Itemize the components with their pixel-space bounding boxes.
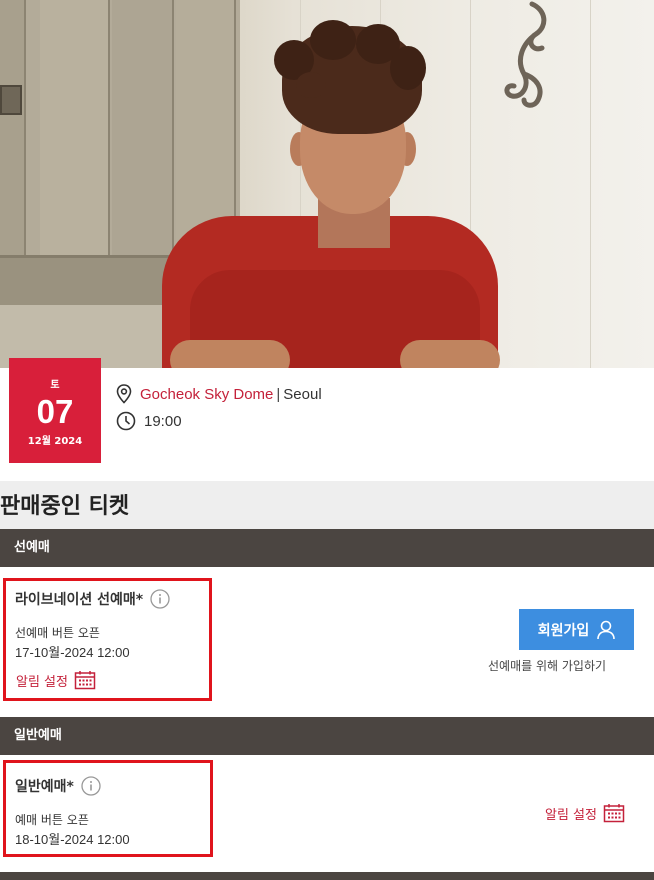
presale-name-label: 라이브네이션 선예매*: [15, 592, 144, 608]
presale-alert-label: 알림 설정: [16, 674, 68, 690]
general-alert-label: 알림 설정: [545, 807, 597, 823]
signup-button-label: 회원가입: [537, 622, 590, 639]
general-sale-name-label: 일반예매*: [15, 779, 74, 795]
general-sale-name: 일반예매*: [15, 776, 101, 796]
calendar-icon: [74, 671, 96, 690]
signup-note: 선예매를 위해 가입하기: [488, 659, 607, 673]
venue-row: Gocheok Sky Dome | Seoul: [116, 382, 322, 406]
presale-alert-link[interactable]: 알림 설정: [16, 670, 96, 690]
event-day-number: 07: [36, 393, 74, 430]
location-pin-icon: [116, 384, 132, 404]
event-date-card: 토 07 12월 2024: [9, 358, 101, 463]
presale-header: 선예매: [0, 529, 654, 567]
event-time: 19:00: [144, 412, 182, 430]
user-icon: [597, 620, 616, 639]
event-info: Gocheok Sky Dome | Seoul 19:00: [116, 382, 322, 433]
presale-name: 라이브네이션 선예매*: [15, 589, 170, 609]
signup-button[interactable]: 회원가입: [519, 609, 634, 650]
presale-open-date: 17-10월-2024 12:00: [15, 645, 130, 660]
clock-icon: [116, 411, 136, 431]
general-alert-link[interactable]: 알림 설정: [545, 803, 625, 823]
general-sale-header: 일반예매: [0, 717, 654, 755]
info-icon[interactable]: [81, 776, 101, 796]
info-icon[interactable]: [150, 589, 170, 609]
bottom-divider: [0, 872, 654, 880]
event-weekday: 토: [50, 380, 60, 391]
door-hinge: [0, 85, 22, 115]
venue-link[interactable]: Gocheok Sky Dome: [140, 386, 273, 403]
general-open-label: 예매 버튼 오픈: [15, 813, 89, 827]
time-row: 19:00: [116, 409, 322, 433]
tickets-title: 판매중인 티켓: [0, 494, 130, 519]
venue-separator: |: [276, 385, 281, 403]
calendar-icon: [603, 804, 625, 823]
hero-image: [0, 0, 654, 368]
venue-city: Seoul: [283, 385, 322, 403]
event-month-year: 12월 2024: [27, 436, 83, 447]
artist-photo: [150, 10, 510, 368]
general-open-date: 18-10월-2024 12:00: [15, 832, 130, 847]
presale-open-label: 선예매 버튼 오픈: [15, 626, 100, 640]
